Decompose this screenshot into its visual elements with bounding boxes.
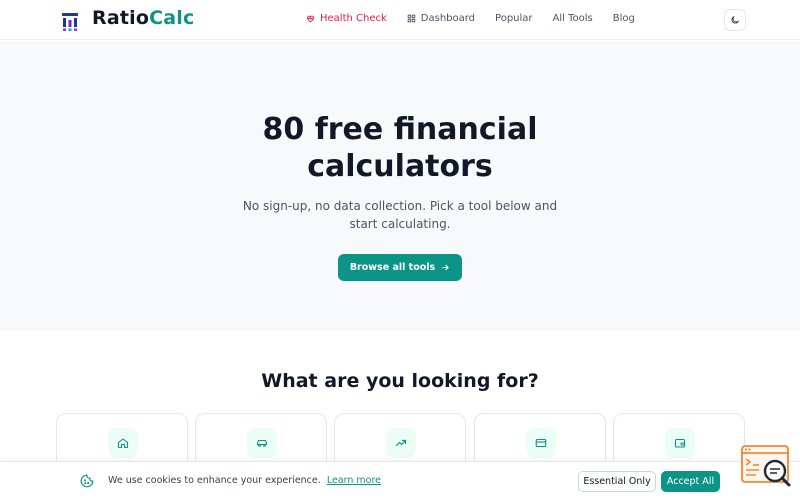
brand-name-part2: Calc — [149, 7, 195, 29]
grid-icon — [407, 14, 416, 23]
moon-icon — [731, 16, 739, 24]
site-header: RatioCalc Health Check Dashboard Popular… — [0, 0, 800, 40]
cookie-banner: We use cookies to enhance your experienc… — [0, 461, 800, 500]
nav-popular-label: Popular — [495, 13, 533, 24]
main-nav: Health Check Dashboard Popular All Tools… — [306, 13, 655, 24]
cookie-icon — [80, 474, 94, 488]
nav-dashboard[interactable]: Dashboard — [407, 13, 475, 24]
hero-subtitle: No sign-up, no data collection. Pick a t… — [0, 198, 800, 233]
nav-all-tools-label: All Tools — [552, 13, 593, 24]
hero-title-line1: 80 free financial — [262, 112, 538, 147]
card-icon-wrapper — [665, 428, 695, 458]
card-icon-wrapper — [386, 428, 416, 458]
hero-subtitle-line1: No sign-up, no data collection. Pick a t… — [242, 199, 558, 213]
card-icon-wrapper — [247, 428, 277, 458]
trending-up-icon — [395, 439, 407, 447]
hero-title: 80 free financial calculators — [0, 111, 800, 185]
brand-name-part1: Ratio — [92, 7, 150, 29]
nav-health-check-label: Health Check — [320, 13, 387, 24]
card-icon-wrapper — [526, 428, 556, 458]
hero-subtitle-line2: start calculating. — [349, 216, 451, 231]
nav-health-check[interactable]: Health Check — [306, 13, 387, 24]
card-icon-wrapper — [108, 428, 138, 458]
credit-card-icon — [535, 438, 547, 448]
logo-icon[interactable] — [62, 13, 78, 31]
arrow-right-icon — [442, 264, 449, 271]
wallet-icon — [674, 438, 686, 448]
brand-name[interactable]: RatioCalc — [92, 7, 194, 29]
cookie-text: We use cookies to enhance your experienc… — [108, 475, 321, 486]
home-icon — [117, 438, 129, 449]
nav-popular[interactable]: Popular — [495, 13, 533, 24]
nav-dashboard-label: Dashboard — [420, 13, 476, 24]
search-widget-icon[interactable] — [741, 444, 793, 490]
essential-only-button[interactable]: Essential Only — [578, 471, 656, 492]
nav-blog-label: Blog — [612, 13, 635, 24]
nav-blog[interactable]: Blog — [613, 13, 635, 24]
cookie-message: We use cookies to enhance your experienc… — [108, 475, 381, 486]
nav-all-tools[interactable]: All Tools — [553, 13, 593, 24]
learn-more-link[interactable]: Learn more — [327, 475, 381, 486]
accept-all-button[interactable]: Accept All — [661, 471, 720, 492]
heart-icon — [307, 15, 314, 23]
section-title: What are you looking for? — [261, 370, 539, 392]
browse-all-tools-label: Browse all tools — [349, 262, 436, 273]
hero-section: 80 free financial calculators No sign-up… — [0, 41, 800, 331]
hero-title-line2: calculators — [307, 149, 493, 184]
car-icon — [256, 439, 268, 447]
theme-toggle-button[interactable] — [724, 9, 746, 31]
browse-all-tools-button[interactable]: Browse all tools — [338, 254, 462, 281]
